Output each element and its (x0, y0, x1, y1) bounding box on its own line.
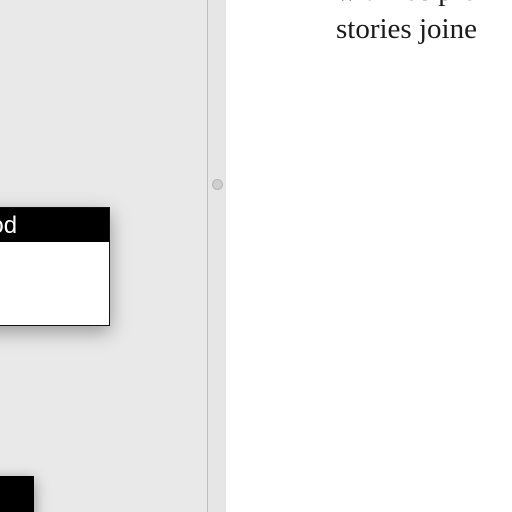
pane-splitter[interactable] (207, 0, 226, 512)
canvas-area[interactable]: ood (0, 0, 207, 512)
document-pane[interactable]: with recipro stories joine (226, 0, 512, 512)
splitter-grip-icon[interactable] (212, 179, 223, 190)
document-line: stories joine (336, 13, 477, 45)
node-card-body[interactable] (0, 242, 109, 324)
app-window: ood with recipro stories joine (0, 0, 512, 512)
node-card-header[interactable]: ood (0, 208, 109, 242)
document-line: with recipro (336, 0, 512, 10)
document-text: with recipro stories joine (336, 0, 512, 48)
node-card[interactable]: ood (0, 207, 110, 326)
node-card-partial[interactable] (0, 476, 34, 512)
